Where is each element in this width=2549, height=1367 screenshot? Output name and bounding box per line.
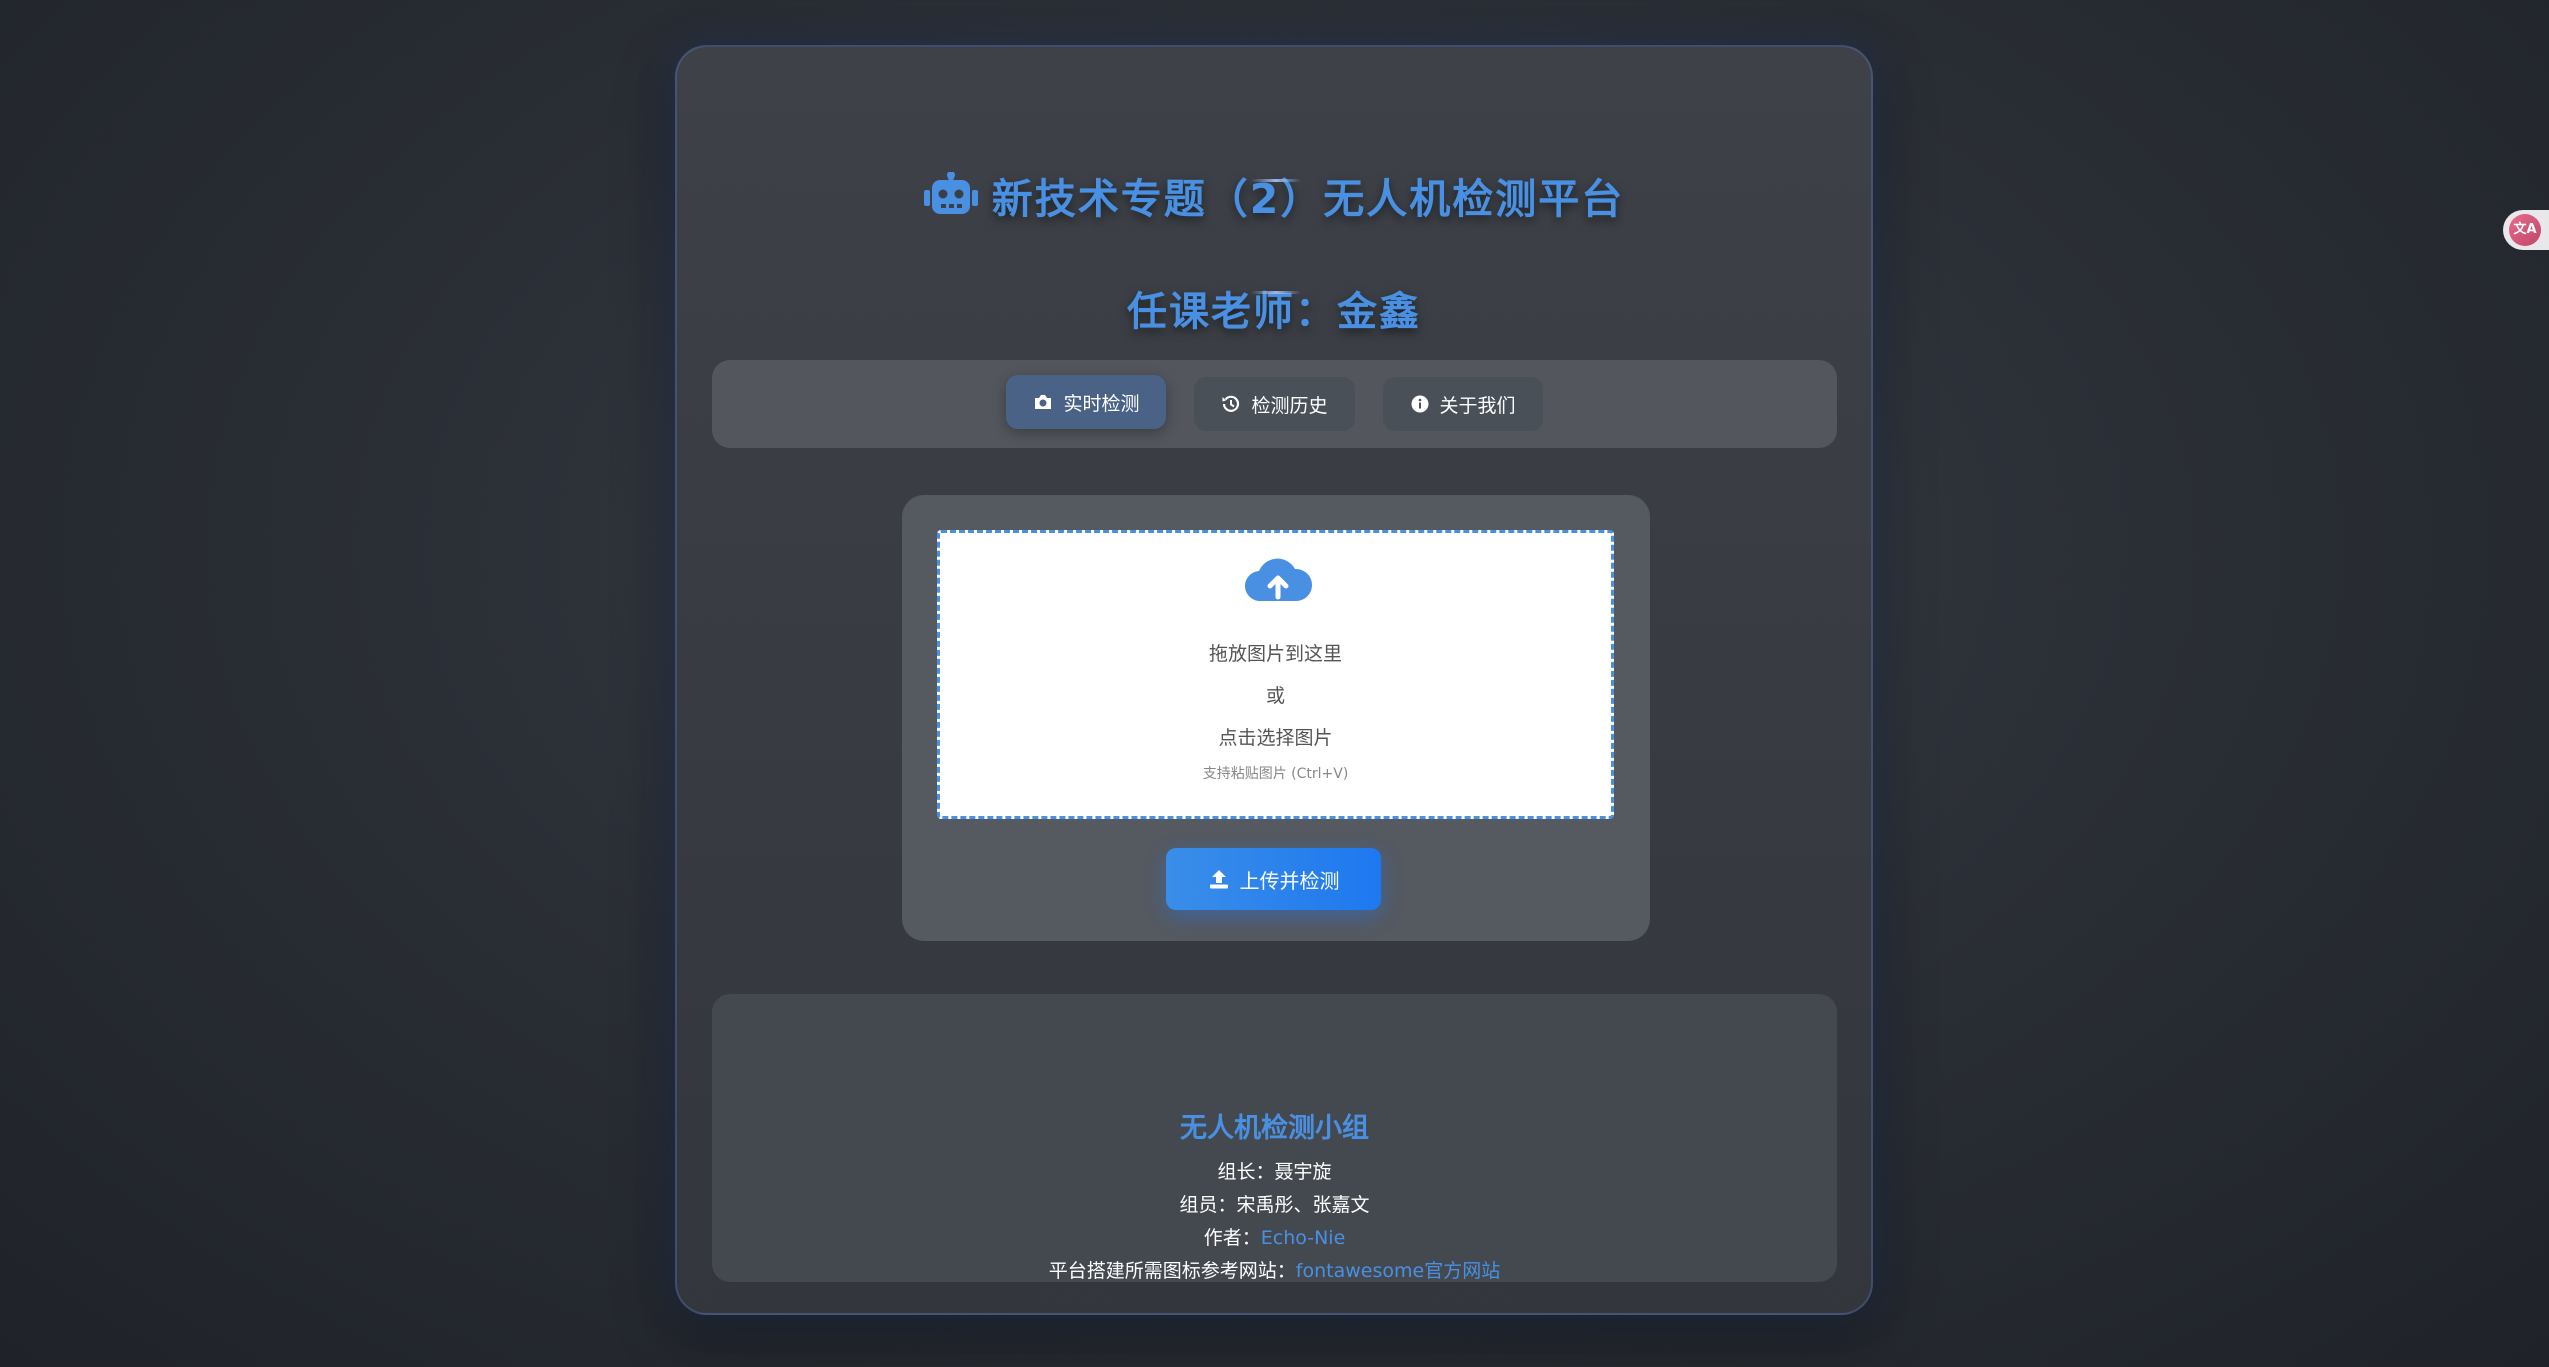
tab-label: 实时检测 xyxy=(1063,392,1140,415)
translate-widget[interactable]: 文A xyxy=(2503,210,2549,250)
author-line: 作者：Echo-Nie xyxy=(712,1223,1837,1250)
title-text: 新技术专题（2）无人机检测平台 xyxy=(991,175,1625,223)
tab-label: 检测历史 xyxy=(1251,394,1328,417)
drop-instruction: 拖放图片到这里 xyxy=(1208,643,1342,665)
cloud-upload-icon xyxy=(1244,558,1313,602)
author-link[interactable]: Echo-Nie xyxy=(1261,1227,1346,1249)
translate-icon: 文A xyxy=(2509,214,2541,246)
page-title: 新技术专题（2）无人机检测平台 xyxy=(677,165,1871,225)
team-info-card: 无人机检测小组 组长：聂宇旋 组员：宋禹彤、张嘉文 作者：Echo-Nie 平台… xyxy=(712,994,1837,1282)
team-name: 无人机检测小组 xyxy=(1180,1113,1369,1144)
upload-card: 拖放图片到这里 或 点击选择图片 支持粘贴图片 (Ctrl+V) 上传并检测 xyxy=(902,495,1650,941)
upload-detect-button[interactable]: 上传并检测 xyxy=(1166,848,1381,910)
tab-label: 关于我们 xyxy=(1439,394,1516,417)
tab-realtime-detection[interactable]: 实时检测 xyxy=(1006,375,1167,429)
team-members: 组员：宋禹彤、张嘉文 xyxy=(1179,1194,1370,1216)
title-underline xyxy=(1251,179,1301,182)
tab-about-us[interactable]: 关于我们 xyxy=(1382,377,1543,431)
select-image-text[interactable]: 点击选择图片 xyxy=(940,723,1611,750)
upload-button-label: 上传并检测 xyxy=(1239,868,1340,893)
or-text: 或 xyxy=(1265,685,1285,707)
fontawesome-link[interactable]: fontawesome官方网站 xyxy=(1296,1260,1500,1282)
reference-line: 平台搭建所需图标参考网站：fontawesome官方网站 xyxy=(712,1256,1837,1283)
info-circle-icon xyxy=(1411,395,1428,413)
reference-label: 平台搭建所需图标参考网站： xyxy=(1048,1260,1296,1282)
robot-icon xyxy=(923,172,978,214)
camera-icon xyxy=(1035,395,1052,409)
upload-icon xyxy=(1209,870,1228,889)
page-subtitle: 任课老师：金鑫 xyxy=(1127,289,1421,335)
author-label: 作者： xyxy=(1203,1227,1261,1249)
subtitle-underline xyxy=(1251,291,1301,294)
main-container: 新技术专题（2）无人机检测平台 任课老师：金鑫 实时检测 检测历史 关于我们 拖… xyxy=(675,45,1873,1315)
tab-detection-history[interactable]: 检测历史 xyxy=(1194,377,1355,431)
team-leader: 组长：聂宇旋 xyxy=(1217,1161,1332,1183)
nav-bar: 实时检测 检测历史 关于我们 xyxy=(712,360,1837,448)
image-dropzone[interactable]: 拖放图片到这里 或 点击选择图片 支持粘贴图片 (Ctrl+V) xyxy=(937,530,1614,819)
history-icon xyxy=(1222,395,1240,412)
paste-hint: 支持粘贴图片 (Ctrl+V) xyxy=(1202,766,1349,782)
